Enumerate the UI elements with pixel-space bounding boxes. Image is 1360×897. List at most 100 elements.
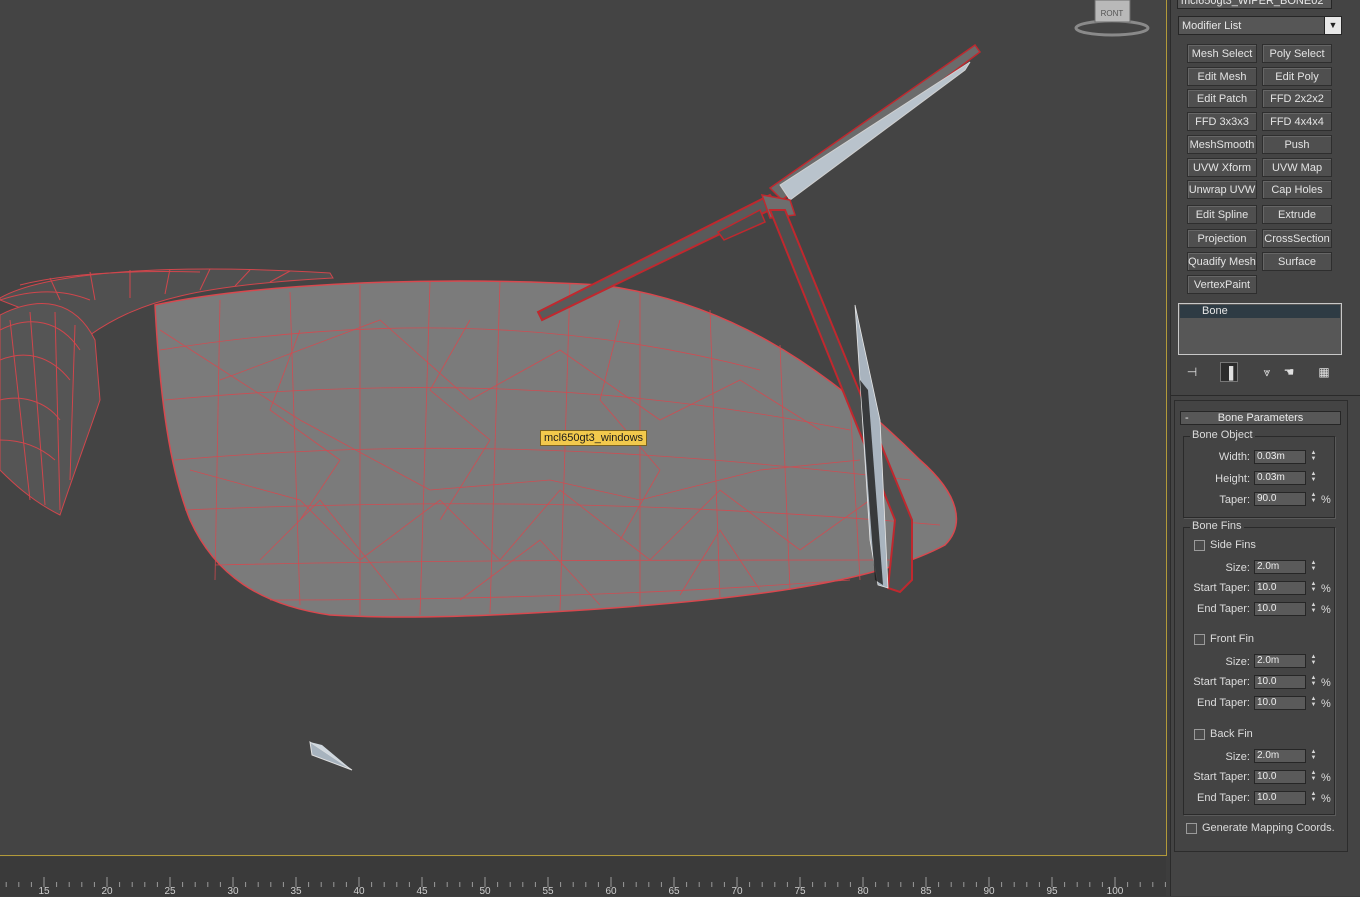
side-fin-size-field[interactable]: 2.0m bbox=[1254, 560, 1306, 574]
timeline-tick-label: 35 bbox=[290, 886, 302, 897]
front-fin-start-taper-label: Start Taper: bbox=[1193, 676, 1250, 688]
side-fin-start-taper-field[interactable]: 10.0 bbox=[1254, 581, 1306, 595]
width-field[interactable]: 0.03m bbox=[1254, 450, 1306, 464]
viewport-scene[interactable]: RONT bbox=[0, 0, 1166, 855]
stack-item-bone[interactable]: Bone bbox=[1180, 305, 1340, 318]
timeline-tick-label: 20 bbox=[101, 886, 113, 897]
side-fin-checkbox[interactable] bbox=[1194, 540, 1205, 551]
modifier-button-ffd-4x4x4[interactable]: FFD 4x4x4 bbox=[1262, 112, 1332, 131]
bone-object-label: Bone Object bbox=[1190, 429, 1255, 441]
remove-modifier-icon[interactable]: ☚ bbox=[1280, 362, 1298, 382]
panel-divider bbox=[1171, 395, 1360, 396]
front-fin-end-taper-spinner[interactable]: ▲ ▼ bbox=[1309, 696, 1318, 710]
bone-fins-label: Bone Fins bbox=[1190, 520, 1244, 532]
front-fin-end-taper-unit: % bbox=[1321, 698, 1331, 710]
modifier-button-ffd-3x3x3[interactable]: FFD 3x3x3 bbox=[1187, 112, 1257, 131]
timeline-tick-label: 75 bbox=[794, 886, 806, 897]
front-fin-start-taper-field[interactable]: 10.0 bbox=[1254, 675, 1306, 689]
timeline-tick-label: 50 bbox=[479, 886, 491, 897]
side-fin-size-spinner[interactable]: ▲ ▼ bbox=[1309, 560, 1318, 574]
bone-helper-object[interactable] bbox=[309, 740, 353, 771]
modifier-stack[interactable]: Bone bbox=[1178, 303, 1342, 355]
modifier-button-edit-patch[interactable]: Edit Patch bbox=[1187, 89, 1257, 108]
modifier-button-meshsmooth[interactable]: MeshSmooth bbox=[1187, 135, 1257, 154]
modifier-button-unwrap-uvw[interactable]: Unwrap UVW bbox=[1187, 180, 1257, 199]
back-fin-end-taper-spinner[interactable]: ▲ ▼ bbox=[1309, 791, 1318, 805]
modifier-button-edit-spline[interactable]: Edit Spline bbox=[1187, 205, 1257, 224]
modifier-button-vertexpaint[interactable]: VertexPaint bbox=[1187, 275, 1257, 294]
windscreen-mesh[interactable] bbox=[154, 280, 958, 618]
chevron-down-icon[interactable]: ▼ bbox=[1324, 17, 1341, 34]
timeline-tick-label: 70 bbox=[731, 886, 743, 897]
side-fin-start-taper-label: Start Taper: bbox=[1193, 582, 1250, 594]
back-fin-size-spinner[interactable]: ▲ ▼ bbox=[1309, 749, 1318, 763]
generate-mapping-checkbox[interactable] bbox=[1186, 823, 1197, 834]
rollout-title-bar[interactable]: - Bone Parameters bbox=[1180, 411, 1341, 425]
timeline-tick-label: 90 bbox=[983, 886, 995, 897]
side-fin-end-taper-field[interactable]: 10.0 bbox=[1254, 602, 1306, 616]
object-name-field[interactable]: mcl650gt3_WIPER_BONE02 bbox=[1177, 0, 1332, 9]
pin-stack-icon[interactable]: ⊣ bbox=[1183, 362, 1201, 382]
timeline-tick-label: 80 bbox=[857, 886, 869, 897]
timeline-tick-label: 60 bbox=[605, 886, 617, 897]
back-fin-start-taper-spinner[interactable]: ▲ ▼ bbox=[1309, 770, 1318, 784]
object-tooltip: mcl650gt3_windows bbox=[540, 430, 648, 446]
back-fin-start-taper-unit: % bbox=[1321, 772, 1331, 784]
modifier-button-uvw-xform[interactable]: UVW Xform bbox=[1187, 158, 1257, 177]
side-fin-end-taper-label: End Taper: bbox=[1196, 603, 1250, 615]
collapse-icon[interactable]: - bbox=[1185, 412, 1189, 425]
viewcube-icon[interactable]: RONT bbox=[1074, 0, 1150, 37]
modifier-button-projection[interactable]: Projection bbox=[1187, 229, 1257, 248]
side-fin-size-label: Size: bbox=[1225, 562, 1250, 574]
modifier-button-quadify-mesh[interactable]: Quadify Mesh bbox=[1187, 252, 1257, 271]
timeline-tick-label: 100 bbox=[1106, 886, 1124, 897]
back-fin-label: Back Fin bbox=[1210, 728, 1253, 740]
side-fin-end-taper-spinner[interactable]: ▲ ▼ bbox=[1309, 602, 1318, 616]
width-spinner[interactable]: ▲ ▼ bbox=[1309, 450, 1318, 464]
modifier-button-crosssection[interactable]: CrossSection bbox=[1262, 229, 1332, 248]
timeline-tick-label: 25 bbox=[164, 886, 176, 897]
front-fin-start-taper-unit: % bbox=[1321, 677, 1331, 689]
front-fin-start-taper-spinner[interactable]: ▲ ▼ bbox=[1309, 675, 1318, 689]
modifier-button-extrude[interactable]: Extrude bbox=[1262, 205, 1332, 224]
perspective-viewport[interactable]: RONT mcl650gt3_windows bbox=[0, 0, 1167, 856]
modifier-button-ffd-2x2x2[interactable]: FFD 2x2x2 bbox=[1262, 89, 1332, 108]
taper-spinner[interactable]: ▲ ▼ bbox=[1309, 492, 1318, 506]
modifier-button-mesh-select[interactable]: Mesh Select bbox=[1187, 44, 1257, 63]
modifier-button-edit-poly[interactable]: Edit Poly bbox=[1262, 67, 1332, 86]
front-fin-label: Front Fin bbox=[1210, 633, 1255, 645]
taper-label: Taper: bbox=[1219, 494, 1250, 506]
timeline-tick-label: 95 bbox=[1046, 886, 1058, 897]
front-fin-checkbox[interactable] bbox=[1194, 634, 1205, 645]
modifier-button-push[interactable]: Push bbox=[1262, 135, 1332, 154]
modifier-list-label: Modifier List bbox=[1182, 20, 1242, 32]
modifier-button-surface[interactable]: Surface bbox=[1262, 252, 1332, 271]
side-fin-start-taper-spinner[interactable]: ▲ ▼ bbox=[1309, 581, 1318, 595]
taper-field[interactable]: 90.0 bbox=[1254, 492, 1306, 506]
front-fin-size-field[interactable]: 2.0m bbox=[1254, 654, 1306, 668]
modifier-button-edit-mesh[interactable]: Edit Mesh bbox=[1187, 67, 1257, 86]
generate-mapping-label: Generate Mapping Coords. bbox=[1202, 822, 1335, 834]
rollout-title: Bone Parameters bbox=[1217, 412, 1304, 424]
modifier-button-uvw-map[interactable]: UVW Map bbox=[1262, 158, 1332, 177]
height-field[interactable]: 0.03m bbox=[1254, 471, 1306, 485]
timeline-tick-label: 65 bbox=[668, 886, 680, 897]
show-end-result-icon[interactable]: ▐ bbox=[1220, 362, 1238, 382]
modifier-button-cap-holes[interactable]: Cap Holes bbox=[1262, 180, 1332, 199]
front-fin-end-taper-field[interactable]: 10.0 bbox=[1254, 696, 1306, 710]
front-fin-size-spinner[interactable]: ▲ ▼ bbox=[1309, 654, 1318, 668]
back-fin-size-field[interactable]: 2.0m bbox=[1254, 749, 1306, 763]
back-fin-end-taper-label: End Taper: bbox=[1196, 792, 1250, 804]
modifier-button-poly-select[interactable]: Poly Select bbox=[1262, 44, 1332, 63]
back-fin-checkbox[interactable] bbox=[1194, 729, 1205, 740]
make-unique-icon[interactable]: ⩔ bbox=[1258, 362, 1276, 382]
configure-modifier-sets-icon[interactable]: ▦ bbox=[1315, 362, 1333, 382]
back-fin-start-taper-field[interactable]: 10.0 bbox=[1254, 770, 1306, 784]
back-fin-end-taper-field[interactable]: 10.0 bbox=[1254, 791, 1306, 805]
modifier-list-dropdown[interactable]: Modifier List ▼ bbox=[1178, 16, 1342, 35]
height-label: Height: bbox=[1215, 473, 1250, 485]
height-spinner[interactable]: ▲ ▼ bbox=[1309, 471, 1318, 485]
side-fin-start-taper-unit: % bbox=[1321, 583, 1331, 595]
viewcube-label: RONT bbox=[1101, 9, 1124, 18]
back-fin-end-taper-unit: % bbox=[1321, 793, 1331, 805]
